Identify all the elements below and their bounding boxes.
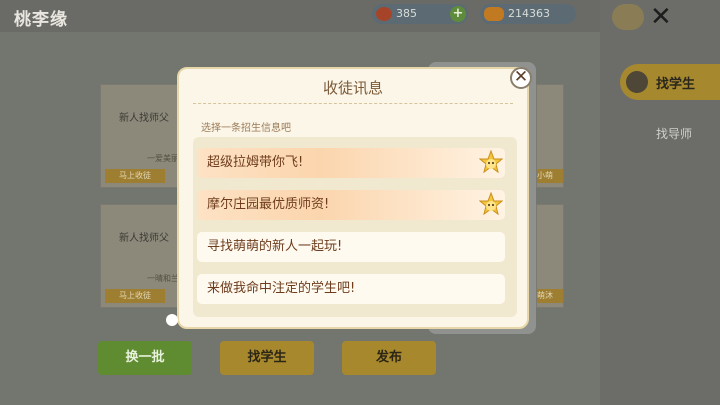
close-dialog-button[interactable]: ✕ — [510, 67, 532, 89]
refresh-button[interactable]: 换一批 — [98, 341, 192, 375]
recruit-message-dialog: 收徒讯息 ✕ 选择一条招生信息吧 超级拉姆带你飞! 摩尔庄园最优质师资! 寻找萌… — [177, 67, 532, 329]
coin-icon — [484, 7, 504, 21]
right-panel — [600, 0, 720, 405]
card-action-button[interactable]: 萌沐 — [537, 289, 563, 303]
publish-button[interactable]: 发布 — [342, 341, 436, 375]
option-item[interactable]: 超级拉姆带你飞! — [197, 148, 505, 178]
coins-counter: 214363 — [480, 4, 576, 24]
dialog-subtitle: 选择一条招生信息吧 — [201, 123, 291, 134]
recruit-card-partial: 小萌 — [536, 84, 564, 188]
recruit-card-partial: 萌沐 — [536, 204, 564, 308]
gem-icon — [376, 7, 392, 21]
title-divider — [193, 103, 513, 104]
card-title: 新人找师父 — [119, 233, 169, 244]
card-note: 一晴和兰 — [147, 274, 179, 283]
option-text: 来做我命中注定的学生吧! — [207, 281, 356, 296]
star-mascot-icon — [479, 150, 503, 174]
gems-value: 385 — [396, 7, 417, 20]
tab-label: 找学生 — [656, 77, 696, 92]
tab-find-mentor[interactable]: 找导师 — [656, 125, 692, 142]
avatar — [612, 4, 644, 30]
option-item[interactable]: 寻找萌萌的新人一起玩! — [197, 232, 505, 262]
tab-find-students[interactable]: 找学生 — [620, 64, 720, 100]
gems-counter: 385 + — [372, 4, 468, 24]
close-icon[interactable]: ✕ — [650, 2, 672, 32]
star-mascot-icon — [479, 192, 503, 216]
option-item[interactable]: 摩尔庄园最优质师资! — [197, 190, 505, 220]
decorative-dot — [166, 314, 178, 326]
option-item[interactable]: 来做我命中注定的学生吧! — [197, 274, 505, 304]
card-action-button[interactable]: 马上收徒 — [105, 169, 165, 183]
coins-value: 214363 — [508, 7, 550, 20]
card-title: 新人找师父 — [119, 113, 169, 124]
dialog-title: 收徒讯息 — [322, 79, 383, 97]
card-note: 一爱美丽 — [147, 154, 179, 163]
option-text: 寻找萌萌的新人一起玩! — [207, 239, 343, 254]
card-action-button[interactable]: 马上收徒 — [105, 289, 165, 303]
find-students-button[interactable]: 找学生 — [220, 341, 314, 375]
app-title: 桃李缘 — [14, 10, 68, 30]
card-action-button[interactable]: 小萌 — [537, 169, 563, 183]
add-gems-button[interactable]: + — [450, 6, 466, 22]
tab-dot-icon — [626, 71, 648, 93]
option-text: 摩尔庄园最优质师资! — [207, 197, 330, 212]
option-text: 超级拉姆带你飞! — [207, 155, 304, 170]
